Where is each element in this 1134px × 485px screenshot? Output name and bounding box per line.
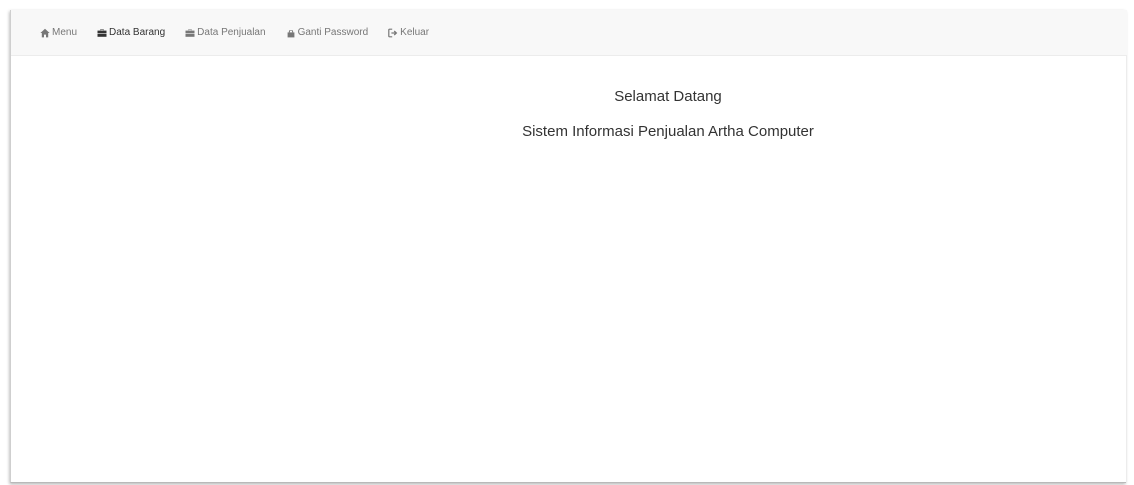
- nav-label-data-barang: Data Barang: [109, 27, 166, 38]
- lock-icon: [287, 29, 294, 37]
- main-content: Selamat Datang Sistem Informasi Penjuala…: [11, 56, 1127, 141]
- system-title: Sistem Informasi Penjualan Artha Compute…: [522, 123, 814, 140]
- nav-label-keluar: Keluar: [400, 27, 430, 38]
- app-window: Menu Data Barang Data Penjualan Ganti Pa…: [10, 10, 1127, 483]
- nav-item-menu[interactable]: Menu: [40, 27, 77, 38]
- nav-item-data-barang[interactable]: Data Barang: [97, 27, 165, 38]
- nav-label-data-penjualan: Data Penjualan: [197, 27, 266, 38]
- briefcase-icon: [97, 28, 107, 37]
- nav-item-ganti-password[interactable]: Ganti Password: [286, 27, 369, 38]
- home-icon: [40, 28, 50, 37]
- nav-item-keluar[interactable]: Keluar: [388, 27, 429, 38]
- logout-icon: [388, 28, 398, 37]
- briefcase-icon: [185, 28, 195, 37]
- nav-label-ganti-password: Ganti Password: [297, 27, 369, 38]
- nav-item-data-penjualan[interactable]: Data Penjualan: [185, 27, 266, 38]
- nav-label-menu: Menu: [52, 27, 78, 38]
- welcome-heading: Selamat Datang: [614, 88, 722, 105]
- top-navbar: Menu Data Barang Data Penjualan Ganti Pa…: [11, 10, 1127, 56]
